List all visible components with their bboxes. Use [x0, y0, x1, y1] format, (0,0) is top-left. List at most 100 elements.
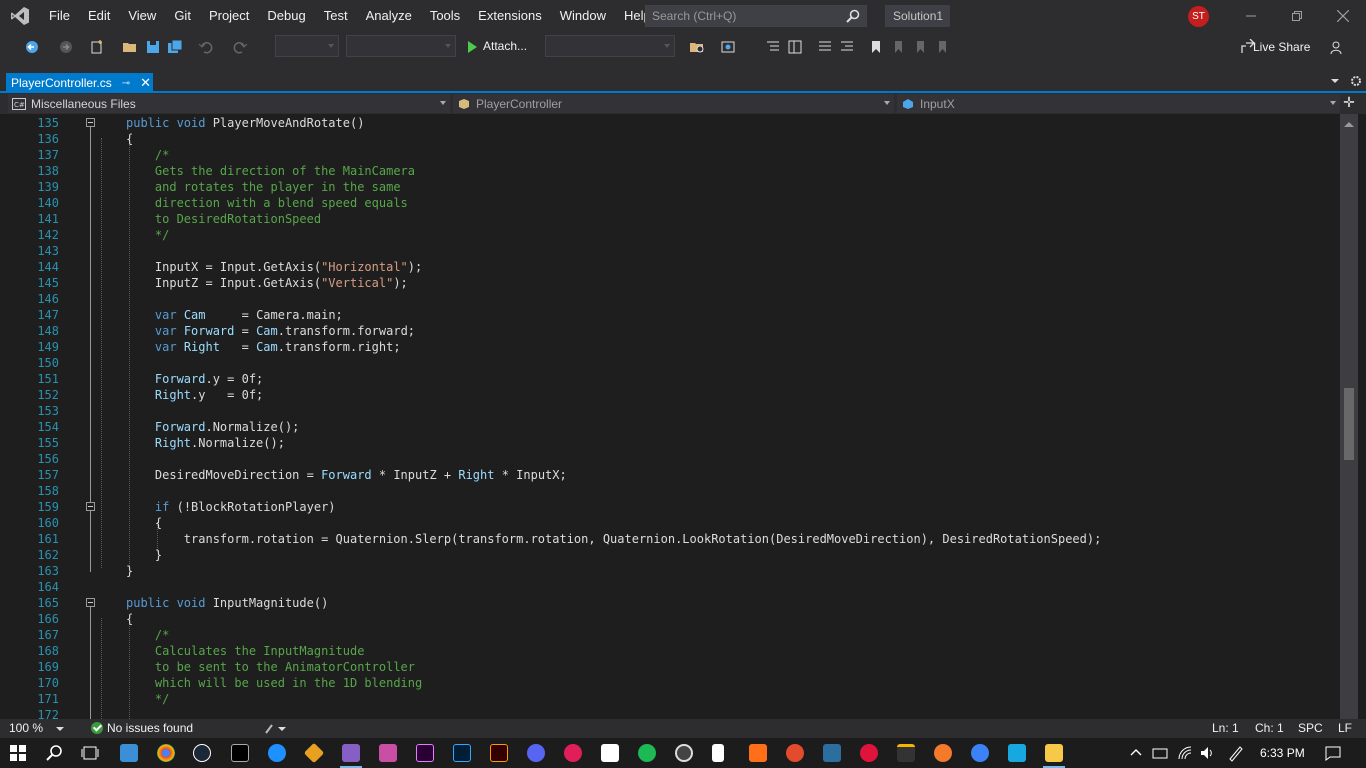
code-line[interactable]: 149 var Right = Cam.transform.right; — [0, 339, 1340, 355]
tab-overflow-icon[interactable] — [1330, 78, 1340, 84]
browser-icon[interactable] — [268, 744, 286, 762]
wifi-icon[interactable] — [1177, 745, 1193, 761]
solution-platform-dropdown[interactable] — [346, 35, 456, 57]
line-ending[interactable]: LF — [1338, 721, 1352, 735]
unity-hub-icon[interactable] — [897, 744, 915, 762]
blender-icon[interactable] — [934, 744, 952, 762]
code-line[interactable]: 166 { — [0, 611, 1340, 627]
scrollbar-thumb[interactable] — [1344, 388, 1354, 460]
save-all-icon[interactable] — [167, 39, 183, 55]
pin-icon[interactable]: ⊸ — [122, 78, 130, 89]
feedback-icon[interactable] — [1330, 39, 1346, 55]
code-line[interactable]: 167 /* — [0, 627, 1340, 643]
code-line[interactable]: 160 { — [0, 515, 1340, 531]
scroll-up-icon[interactable] — [1344, 122, 1354, 127]
menu-item-edit[interactable]: Edit — [79, 0, 119, 32]
discord-icon[interactable] — [527, 744, 545, 762]
code-line[interactable]: 150 — [0, 355, 1340, 371]
column-indicator[interactable]: Ch: 1 — [1255, 721, 1284, 735]
minimize-icon[interactable] — [1228, 0, 1274, 32]
code-line[interactable]: 139 and rotates the player in the same — [0, 179, 1340, 195]
line-indicator[interactable]: Ln: 1 — [1212, 721, 1239, 735]
file-explorer-icon[interactable] — [1045, 744, 1063, 762]
new-item-icon[interactable] — [89, 39, 105, 55]
code-line[interactable]: 140 direction with a blend speed equals — [0, 195, 1340, 211]
search-icon[interactable] — [46, 744, 64, 762]
align-icon[interactable] — [765, 39, 781, 55]
redo-icon[interactable] — [232, 39, 248, 55]
code-line[interactable]: 151 Forward.y = 0f; — [0, 371, 1340, 387]
code-line[interactable]: 163} — [0, 563, 1340, 579]
menu-item-window[interactable]: Window — [551, 0, 615, 32]
steam-icon[interactable] — [193, 744, 211, 762]
code-line[interactable]: 147 var Cam = Camera.main; — [0, 307, 1340, 323]
live-share-button[interactable]: Live Share — [1253, 40, 1310, 54]
zoom-level[interactable]: 100 % — [9, 721, 43, 735]
resolve-icon[interactable] — [823, 744, 841, 762]
open-folder-icon[interactable] — [122, 39, 138, 55]
member-dropdown[interactable]: InputX — [897, 94, 1340, 113]
code-line[interactable]: 143 — [0, 243, 1340, 259]
code-line[interactable]: 159 if (!BlockRotationPlayer) — [0, 499, 1340, 515]
vertical-scrollbar[interactable] — [1340, 114, 1358, 719]
restore-icon[interactable] — [1274, 0, 1320, 32]
code-line[interactable]: 144 InputX = Input.GetAxis("Horizontal")… — [0, 259, 1340, 275]
uncomment-icon[interactable] — [839, 39, 855, 55]
screenshot-icon[interactable] — [720, 39, 736, 55]
volume-icon[interactable] — [1199, 745, 1215, 761]
visual-studio-icon[interactable] — [342, 744, 360, 762]
comment-icon[interactable] — [817, 39, 833, 55]
code-line[interactable]: 171 */ — [0, 691, 1340, 707]
class-dropdown[interactable]: PlayerController — [453, 94, 894, 113]
illustrator-icon[interactable] — [490, 744, 508, 762]
slack-icon[interactable] — [564, 744, 582, 762]
next-bookmark-icon[interactable] — [912, 39, 928, 55]
gimp-icon[interactable] — [786, 744, 804, 762]
pen-icon[interactable] — [1227, 744, 1245, 762]
code-editor[interactable]: 135 public void PlayerMoveAndRotate() 136 {… — [0, 114, 1340, 719]
code-line[interactable]: 152 Right.y = 0f; — [0, 387, 1340, 403]
code-line[interactable]: 161 transform.rotation = Quaternion.Sler… — [0, 531, 1340, 547]
twitch-icon[interactable] — [379, 744, 397, 762]
code-line[interactable]: 154 Forward.Normalize(); — [0, 419, 1340, 435]
split-editor-icon[interactable]: ✛ — [1341, 94, 1357, 112]
menu-item-file[interactable]: File — [40, 0, 79, 32]
whitespace-mode[interactable]: SPC — [1298, 721, 1323, 735]
app-cyan-icon[interactable] — [1008, 744, 1026, 762]
premiere-icon[interactable] — [416, 744, 434, 762]
issues-label[interactable]: No issues found — [107, 721, 193, 735]
code-line[interactable]: 158 — [0, 483, 1340, 499]
code-line[interactable]: 156 — [0, 451, 1340, 467]
photoshop-icon[interactable] — [453, 744, 471, 762]
code-line[interactable]: 153 — [0, 403, 1340, 419]
code-line[interactable]: 145 InputZ = Input.GetAxis("Vertical"); — [0, 275, 1340, 291]
clear-bookmarks-icon[interactable] — [934, 39, 950, 55]
code-line[interactable]: 165 public void InputMagnitude() — [0, 595, 1340, 611]
visual-studio-logo-icon[interactable] — [0, 0, 40, 32]
menu-item-extensions[interactable]: Extensions — [469, 0, 551, 32]
menu-item-view[interactable]: View — [119, 0, 165, 32]
settings-gear-icon[interactable] — [1350, 75, 1362, 87]
code-line[interactable]: 170 which will be used in the 1D blendin… — [0, 675, 1340, 691]
taskbar-clock[interactable]: 6:33 PM — [1260, 746, 1305, 760]
chrome-icon[interactable] — [157, 744, 175, 762]
code-line[interactable]: 137 /* — [0, 147, 1340, 163]
project-dropdown[interactable]: C# Miscellaneous Files — [8, 94, 450, 113]
git-client-icon[interactable] — [303, 742, 325, 764]
menu-item-project[interactable]: Project — [200, 0, 258, 32]
forward-icon[interactable] — [58, 39, 74, 55]
menu-item-debug[interactable]: Debug — [258, 0, 314, 32]
menu-item-test[interactable]: Test — [315, 0, 357, 32]
code-line[interactable]: 164 — [0, 579, 1340, 595]
code-line[interactable]: 157 DesiredMoveDirection = Forward * Inp… — [0, 467, 1340, 483]
code-line[interactable]: 146 — [0, 291, 1340, 307]
search-input[interactable]: Search (Ctrl+Q) — [645, 5, 867, 27]
layout-icon[interactable] — [787, 39, 803, 55]
file-icon[interactable] — [712, 744, 724, 762]
avatar[interactable]: ST — [1188, 6, 1209, 27]
search-icon[interactable] — [846, 9, 860, 23]
menu-item-tools[interactable]: Tools — [421, 0, 469, 32]
zoom-dropdown-icon[interactable] — [56, 727, 64, 732]
attach-button[interactable]: Attach... — [483, 39, 527, 53]
undo-icon[interactable] — [198, 39, 214, 55]
